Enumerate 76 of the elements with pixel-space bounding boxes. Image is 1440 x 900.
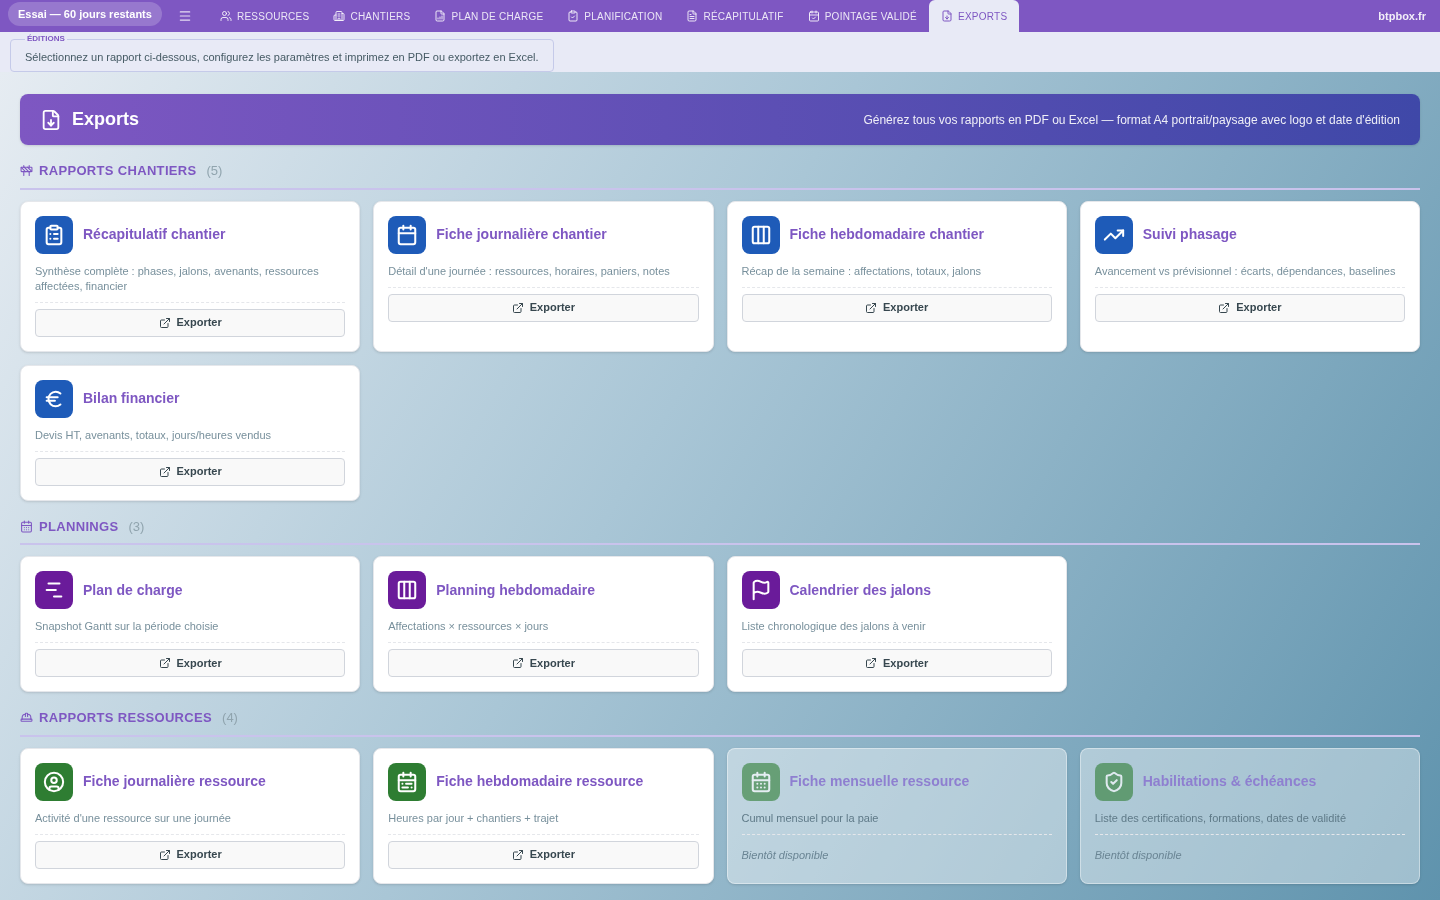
card-description: Synthèse complète : phases, jalons, avenants, ressources affectées, financier — [35, 263, 320, 294]
card-description: Liste chronologique des jalons à venir — [741, 619, 927, 634]
banner-subtitle: Générez tous vos rapports en PDF ou Excel — format A4 portrait/paysage avec logo et date d'édition — [863, 111, 1400, 129]
export-button[interactable]: Exporter — [741, 293, 1052, 322]
export-button[interactable]: Exporter — [741, 649, 1052, 677]
nav-tab[interactable]: RESSOURCES — [207, 0, 322, 32]
pdf-icon — [40, 108, 62, 131]
section-count: (3) — [128, 517, 145, 536]
card-title: Bilan financier — [83, 389, 180, 408]
card-description: Cumul mensuel pour la paie — [741, 810, 880, 826]
external-link-icon — [158, 657, 171, 669]
card-title: Fiche hebdomadaire chantier — [789, 225, 984, 244]
card-title: Suivi phasage — [1142, 225, 1237, 244]
nav-tab[interactable]: EXPORTS — [929, 0, 1020, 32]
calendar-check-icon — [807, 10, 820, 22]
document-icon — [686, 10, 699, 22]
coming-soon-note: Bientôt disponible — [1094, 847, 1183, 863]
card-description: Snapshot Gantt sur la période choisie — [35, 619, 220, 634]
panel-legend: ÉDITIONS — [25, 34, 67, 44]
banner-title: Exports — [72, 108, 140, 131]
card-title: Fiche hebdomadaire ressource — [436, 772, 644, 791]
card-description: Heures par jour + chantiers + trajet — [388, 810, 560, 826]
card-description: Affectations × ressources × jours — [388, 619, 550, 634]
card-title: Fiche journalière ressource — [83, 772, 266, 791]
menu-icon[interactable] — [177, 9, 192, 23]
nav-tab[interactable]: PLAN DE CHARGE — [422, 0, 556, 32]
export-button[interactable]: Exporter — [388, 840, 699, 869]
section-title: RAPPORTS RESSOURCES — [39, 709, 213, 727]
external-link-icon — [865, 657, 877, 669]
external-link-icon — [1218, 301, 1231, 314]
nav-tab[interactable]: CHANTIERS — [321, 0, 423, 32]
card-description: Liste des certifications, formations, dates de validité — [1094, 810, 1348, 826]
export-button[interactable]: Exporter — [388, 649, 699, 677]
section-count: (5) — [206, 162, 223, 180]
nav-tab[interactable]: PLANIFICATION — [555, 0, 675, 32]
card-title: Fiche mensuelle ressource — [789, 772, 970, 791]
card-title: Plan de charge — [83, 580, 183, 600]
people-icon — [219, 10, 232, 22]
export-button[interactable]: Exporter — [1094, 293, 1405, 322]
external-link-icon — [511, 657, 524, 669]
coming-soon-note: Bientôt disponible — [741, 847, 830, 863]
external-link-icon — [158, 848, 171, 861]
card-title: Récapitulatif chantier — [83, 225, 226, 244]
chart-document-icon — [434, 10, 447, 22]
clipboard-icon — [567, 10, 580, 22]
export-button[interactable]: Exporter — [35, 308, 346, 337]
card-description: Activité d'une ressource sur une journée — [35, 810, 232, 826]
export-button[interactable]: Exporter — [388, 293, 699, 322]
card-description: Détail d'une journée : ressources, horaires, paniers, notes — [388, 263, 671, 279]
card-description: Récap de la semaine : affectations, totaux, jalons — [741, 263, 982, 279]
nav-tab[interactable]: RÉCAPITULATIF — [674, 0, 796, 32]
trial-badge: Essai — 60 jours restants — [8, 1, 162, 27]
hard-hat-icon — [20, 711, 33, 725]
pdf-icon — [941, 10, 953, 22]
card-title: Calendrier des jalons — [789, 580, 932, 600]
construction-icon — [20, 164, 33, 178]
site-name: btpbox.fr — [1378, 8, 1426, 24]
section-title: RAPPORTS CHANTIERS — [39, 162, 197, 180]
section-title: PLANNINGS — [39, 517, 119, 536]
card-description: Avancement vs prévisionnel : écarts, dépendances, baselines — [1094, 263, 1397, 279]
external-link-icon — [865, 301, 877, 314]
calendar-icon — [20, 519, 33, 533]
external-link-icon — [511, 301, 524, 314]
instructions-text: Sélectionnez un rapport ci-dessous, configurez les paramètres et imprimez en PDF ou exportez en Excel. — [25, 51, 539, 63]
external-link-icon — [158, 465, 171, 478]
card-description: Devis HT, avenants, totaux, jours/heures vendus — [35, 427, 272, 443]
card-title: Habilitations & échéances — [1142, 772, 1317, 791]
external-link-icon — [511, 848, 524, 861]
external-link-icon — [158, 316, 171, 329]
card-title: Planning hebdomadaire — [436, 580, 595, 600]
export-button[interactable]: Exporter — [35, 840, 346, 869]
card-title: Fiche journalière chantier — [436, 225, 607, 244]
export-button[interactable]: Exporter — [35, 457, 346, 486]
export-button[interactable]: Exporter — [35, 649, 346, 677]
nav-tab[interactable]: POINTAGE VALIDÉ — [795, 0, 929, 32]
building-icon — [333, 10, 346, 22]
